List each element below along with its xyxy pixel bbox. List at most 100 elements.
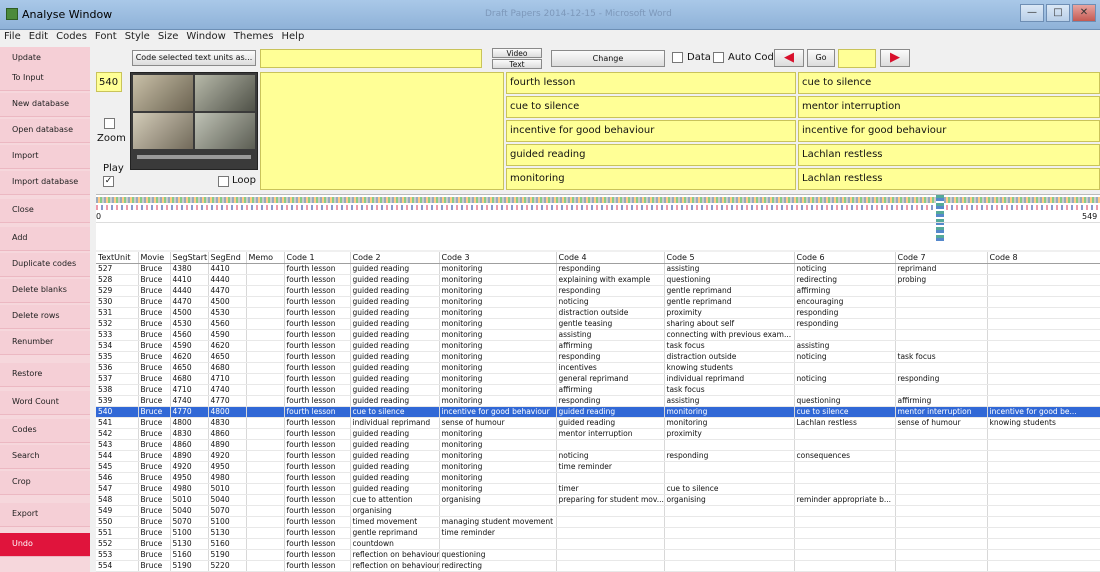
table-cell[interactable] — [556, 549, 665, 561]
column-header[interactable]: Code 5 — [664, 252, 795, 264]
table-cell[interactable]: reflection on behaviour — [350, 549, 440, 561]
sidebar-button-new-database[interactable]: New database — [0, 93, 90, 117]
table-cell[interactable]: 539 — [96, 395, 139, 407]
table-cell[interactable]: monitoring — [439, 373, 557, 385]
table-cell[interactable]: 538 — [96, 384, 139, 396]
table-cell[interactable] — [987, 450, 1100, 462]
table-cell[interactable]: guided reading — [350, 285, 440, 297]
table-cell[interactable]: responding — [794, 307, 896, 319]
table-cell[interactable]: guided reading — [350, 450, 440, 462]
previous-code-field[interactable]: incentive for good behaviour — [798, 120, 1100, 142]
table-cell[interactable]: Bruce — [138, 505, 171, 517]
table-cell[interactable]: affirming — [556, 384, 665, 396]
table-cell[interactable]: fourth lesson — [284, 549, 351, 561]
table-cell[interactable]: individual reprimand — [350, 417, 440, 429]
table-cell[interactable]: fourth lesson — [284, 417, 351, 429]
table-cell[interactable] — [664, 549, 795, 561]
column-header[interactable]: Code 4 — [556, 252, 665, 264]
table-cell[interactable]: assisting — [794, 340, 896, 352]
previous-code-field[interactable]: cue to silence — [798, 72, 1100, 94]
sidebar-button-codes[interactable]: Codes — [0, 419, 90, 443]
table-cell[interactable]: guided reading — [556, 417, 665, 429]
table-cell[interactable]: cue to silence — [350, 406, 440, 418]
table-cell[interactable]: 4590 — [208, 329, 247, 341]
table-cell[interactable]: 543 — [96, 439, 139, 451]
table-cell[interactable] — [987, 340, 1100, 352]
table-cell[interactable] — [794, 483, 896, 495]
table-cell[interactable]: 4860 — [208, 428, 247, 440]
table-cell[interactable] — [794, 428, 896, 440]
table-cell[interactable]: noticing — [556, 450, 665, 462]
table-cell[interactable] — [246, 483, 285, 495]
table-cell[interactable] — [895, 307, 988, 319]
column-header[interactable]: Code 7 — [895, 252, 988, 264]
prev-arrow-button[interactable]: ◀ — [774, 49, 804, 67]
table-cell[interactable]: guided reading — [350, 263, 440, 275]
table-cell[interactable] — [246, 450, 285, 462]
table-cell[interactable]: monitoring — [664, 417, 795, 429]
table-cell[interactable] — [987, 296, 1100, 308]
table-cell[interactable]: 5130 — [208, 527, 247, 539]
table-cell[interactable]: Bruce — [138, 318, 171, 330]
table-row[interactable]: 551 Bruce 5100 5130 fourth lesson gentle repr… — [96, 527, 1100, 539]
go-button[interactable]: Go — [807, 49, 835, 67]
table-cell[interactable] — [246, 263, 285, 275]
current-code-field[interactable]: incentive for good behaviour — [506, 120, 796, 142]
table-cell[interactable] — [246, 428, 285, 440]
table-cell[interactable]: 4740 — [208, 384, 247, 396]
table-cell[interactable]: fourth lesson — [284, 362, 351, 374]
table-cell[interactable] — [987, 472, 1100, 484]
table-cell[interactable]: 544 — [96, 450, 139, 462]
table-cell[interactable]: 4950 — [170, 472, 209, 484]
table-cell[interactable] — [794, 384, 896, 396]
table-cell[interactable]: noticing — [794, 263, 896, 275]
table-cell[interactable] — [246, 560, 285, 572]
table-cell[interactable]: incentive for good behaviour — [439, 406, 557, 418]
table-cell[interactable]: reprimand — [895, 263, 988, 275]
table-cell[interactable] — [794, 329, 896, 341]
table-cell[interactable] — [794, 560, 896, 572]
table-cell[interactable]: 542 — [96, 428, 139, 440]
table-cell[interactable]: timed movement — [350, 516, 440, 528]
table-row[interactable]: 549 Bruce 5040 5070 fourth lesson organising — [96, 505, 1100, 517]
table-cell[interactable]: noticing — [794, 373, 896, 385]
table-cell[interactable]: 541 — [96, 417, 139, 429]
table-cell[interactable]: redirecting — [794, 274, 896, 286]
table-cell[interactable]: Bruce — [138, 560, 171, 572]
video-button[interactable]: Video — [492, 48, 542, 58]
table-cell[interactable] — [987, 362, 1100, 374]
sidebar-button-delete-rows[interactable]: Delete rows — [0, 305, 90, 329]
table-cell[interactable]: Bruce — [138, 406, 171, 418]
table-cell[interactable]: affirming — [556, 340, 665, 352]
sidebar-button-export[interactable]: Export — [0, 503, 90, 527]
table-cell[interactable]: 4980 — [170, 483, 209, 495]
table-cell[interactable] — [987, 351, 1100, 363]
table-cell[interactable]: distraction outside — [556, 307, 665, 319]
table-cell[interactable]: fourth lesson — [284, 472, 351, 484]
zoom-checkbox[interactable] — [104, 118, 115, 129]
table-cell[interactable]: 533 — [96, 329, 139, 341]
table-cell[interactable]: task focus — [664, 340, 795, 352]
table-cell[interactable] — [246, 340, 285, 352]
table-cell[interactable]: 4800 — [170, 417, 209, 429]
table-row[interactable]: 527 Bruce 4380 4410 fourth lesson guided read… — [96, 263, 1100, 275]
table-cell[interactable]: 4680 — [170, 373, 209, 385]
table-cell[interactable]: Bruce — [138, 527, 171, 539]
table-cell[interactable]: 5130 — [170, 538, 209, 550]
table-cell[interactable]: gentle teasing — [556, 318, 665, 330]
table-cell[interactable]: managing student movement — [439, 516, 557, 528]
table-row[interactable]: 546 Bruce 4950 4980 fourth lesson guided read… — [96, 472, 1100, 484]
table-cell[interactable]: Bruce — [138, 417, 171, 429]
table-cell[interactable]: 5010 — [170, 494, 209, 506]
table-cell[interactable]: responding — [794, 318, 896, 330]
table-row[interactable]: 539 Bruce 4740 4770 fourth lesson guided read… — [96, 395, 1100, 407]
table-cell[interactable]: incentives — [556, 362, 665, 374]
table-cell[interactable]: 546 — [96, 472, 139, 484]
table-cell[interactable]: monitoring — [439, 285, 557, 297]
column-header[interactable]: Code 3 — [439, 252, 557, 264]
table-cell[interactable]: 4410 — [208, 263, 247, 275]
table-cell[interactable]: assisting — [664, 395, 795, 407]
table-cell[interactable]: assisting — [664, 263, 795, 275]
table-cell[interactable] — [895, 450, 988, 462]
table-cell[interactable] — [895, 384, 988, 396]
